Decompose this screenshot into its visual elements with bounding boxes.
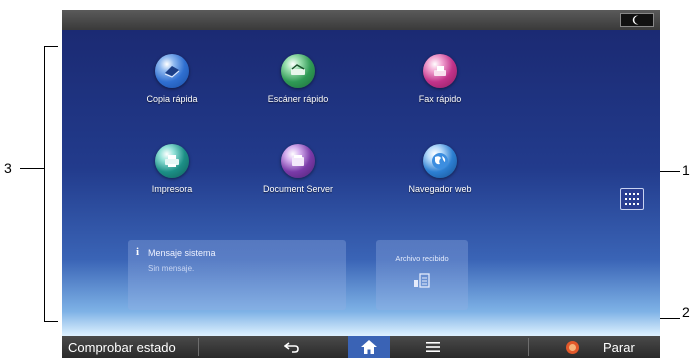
- system-message-title: Mensaje sistema: [148, 248, 216, 258]
- app-web-browser[interactable]: Navegador web: [380, 144, 500, 194]
- menu-icon: [426, 342, 440, 352]
- app-list-button[interactable]: [620, 188, 644, 210]
- callout-1: 1: [682, 162, 690, 178]
- check-status-label: Comprobar estado: [68, 339, 176, 355]
- callout-2: 2: [682, 304, 690, 320]
- copy-icon: [155, 54, 189, 88]
- system-message-body: Sin mensaje.: [148, 264, 195, 273]
- scanner-icon: [281, 54, 315, 88]
- info-icon: i: [136, 246, 140, 258]
- file-received-widget[interactable]: Archivo recibido: [376, 240, 468, 310]
- divider: [528, 338, 529, 356]
- globe-icon: [423, 144, 457, 178]
- app-label: Copia rápida: [146, 94, 198, 104]
- menu-button[interactable]: [426, 336, 440, 358]
- app-printer[interactable]: Impresora: [112, 144, 232, 194]
- received-file-icon: [376, 273, 468, 293]
- stop-icon: [566, 340, 579, 354]
- moon-icon: [632, 15, 639, 25]
- printer-icon: [155, 144, 189, 178]
- app-label: Fax rápido: [418, 94, 462, 104]
- back-arrow-icon: [284, 342, 299, 353]
- bracket-vertical: [44, 46, 45, 322]
- home-area: Copia rápida Escáner rápido Fax rápido I…: [62, 30, 660, 336]
- callout-3: 3: [4, 160, 12, 176]
- stop-label: Parar: [603, 339, 635, 355]
- system-message-widget[interactable]: i Mensaje sistema Sin mensaje.: [128, 240, 346, 310]
- callout-3-leader: [20, 168, 44, 169]
- energy-saver-button[interactable]: [620, 13, 654, 27]
- file-received-title: Archivo recibido: [395, 254, 449, 263]
- check-status-button[interactable]: Comprobar estado: [68, 336, 176, 358]
- home-button[interactable]: [348, 336, 390, 358]
- bracket-bottom: [44, 321, 58, 322]
- divider: [198, 338, 199, 356]
- app-grid-icon: [625, 193, 639, 205]
- device-screen: Copia rápida Escáner rápido Fax rápido I…: [62, 10, 660, 358]
- app-label: Impresora: [151, 184, 193, 194]
- home-icon: [361, 340, 377, 354]
- app-label: Escáner rápido: [267, 94, 329, 104]
- bracket-top: [44, 46, 58, 47]
- fax-icon: [423, 54, 457, 88]
- app-quick-copy[interactable]: Copia rápida: [112, 54, 232, 104]
- app-document-server[interactable]: Document Server: [238, 144, 358, 194]
- app-quick-fax[interactable]: Fax rápido: [380, 54, 500, 104]
- top-status-bar: [62, 10, 660, 30]
- app-label: Document Server: [262, 184, 334, 194]
- stop-button[interactable]: Parar: [566, 336, 635, 358]
- app-quick-scanner[interactable]: Escáner rápido: [238, 54, 358, 104]
- bottom-bar: Comprobar estado Parar: [62, 336, 660, 358]
- document-server-icon: [281, 144, 315, 178]
- back-button[interactable]: [284, 336, 300, 358]
- app-label: Navegador web: [408, 184, 472, 194]
